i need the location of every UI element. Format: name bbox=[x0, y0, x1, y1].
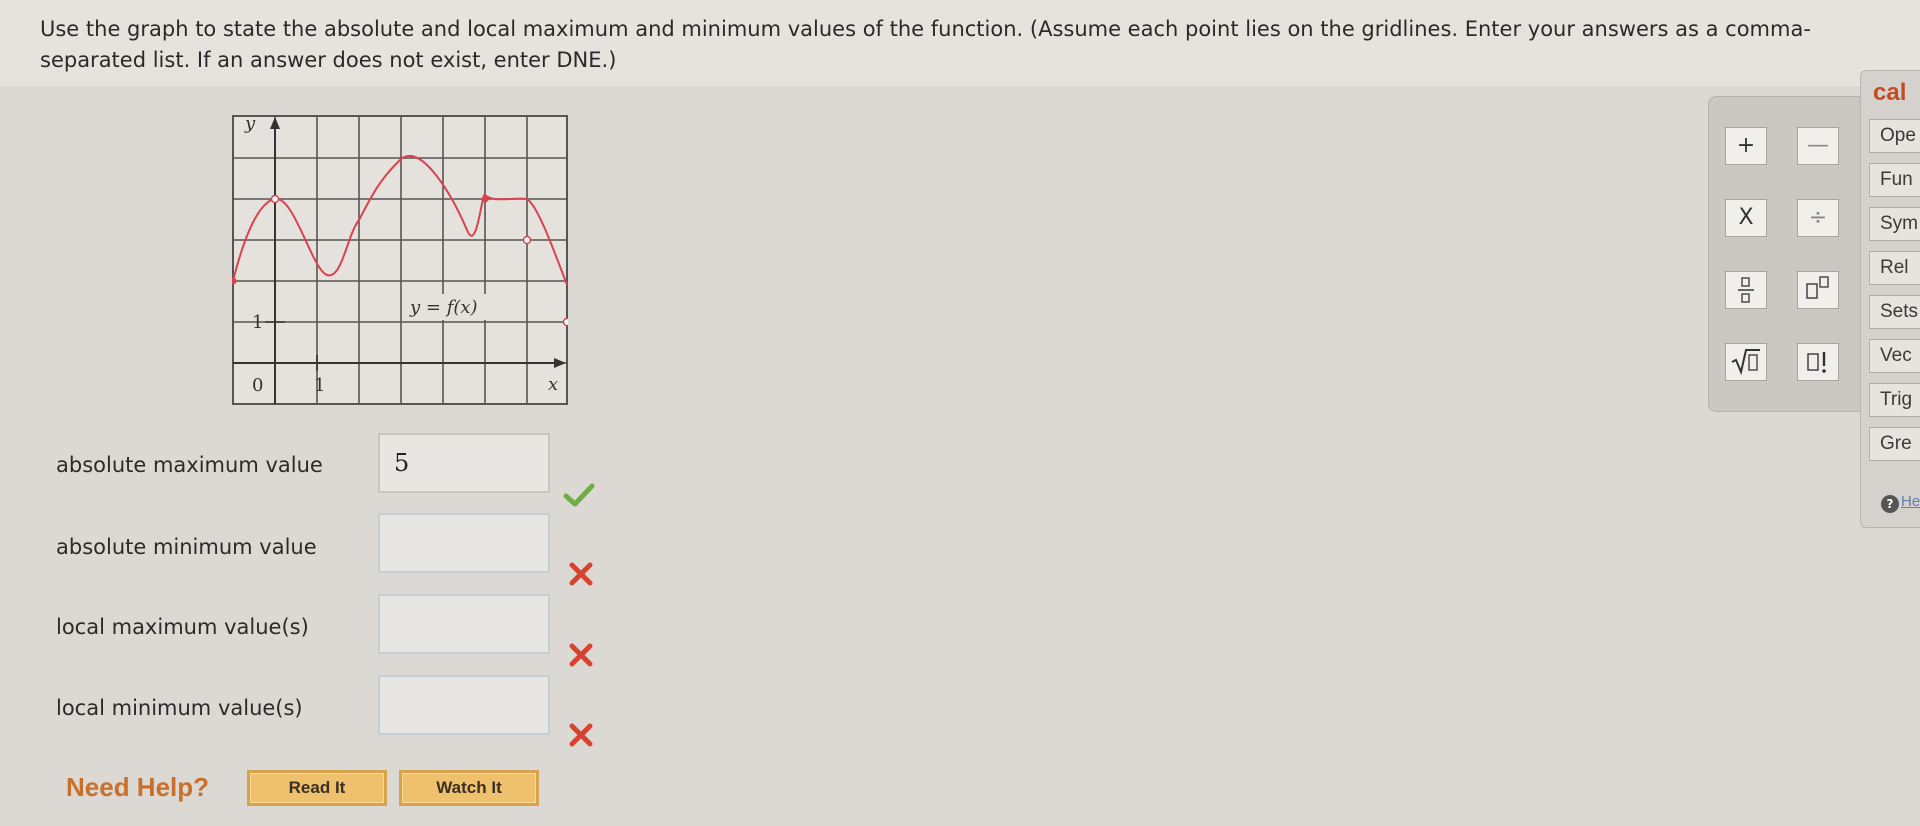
side-help-link[interactable]: He bbox=[1901, 493, 1920, 510]
local-min-label: local minimum value(s) bbox=[56, 696, 303, 720]
plus-key[interactable]: + bbox=[1725, 127, 1767, 165]
fraction-key[interactable] bbox=[1725, 271, 1767, 309]
incorrect-x-icon bbox=[569, 643, 593, 667]
closed-point bbox=[481, 195, 489, 203]
x-tick-label: 1 bbox=[314, 375, 325, 396]
absolute-max-label: absolute maximum value bbox=[56, 453, 323, 477]
power-icon bbox=[1806, 276, 1829, 299]
watch-it-button[interactable]: Watch It bbox=[399, 770, 539, 806]
incorrect-x-icon bbox=[569, 562, 593, 586]
open-point bbox=[270, 194, 280, 204]
fraction-icon bbox=[1738, 277, 1754, 303]
absolute-max-input[interactable]: 5 bbox=[378, 433, 550, 493]
tab-operations[interactable]: Ope bbox=[1869, 119, 1920, 153]
side-panel-title: cal bbox=[1873, 79, 1907, 106]
minus-key[interactable]: — bbox=[1797, 127, 1839, 165]
x-axis-label: x bbox=[548, 374, 558, 395]
tab-relations[interactable]: Rel bbox=[1869, 251, 1920, 285]
multiply-key[interactable]: X bbox=[1725, 199, 1767, 237]
help-icon[interactable]: ? bbox=[1881, 495, 1899, 513]
tab-greek[interactable]: Gre bbox=[1869, 427, 1920, 461]
question-prompt: Use the graph to state the absolute and … bbox=[40, 17, 1811, 72]
tab-sets[interactable]: Sets bbox=[1869, 295, 1920, 329]
incorrect-x-icon bbox=[569, 723, 593, 747]
tab-trig[interactable]: Trig bbox=[1869, 383, 1920, 417]
sqrt-icon bbox=[1731, 349, 1760, 376]
need-help-label: Need Help? bbox=[66, 772, 210, 802]
local-max-input[interactable] bbox=[378, 594, 550, 654]
tab-vectors[interactable]: Vec bbox=[1869, 339, 1920, 373]
factorial-key[interactable] bbox=[1797, 343, 1839, 381]
open-point bbox=[522, 235, 532, 245]
open-point bbox=[562, 317, 568, 327]
function-label: y = f(x) bbox=[409, 297, 478, 318]
y-axis-label: y bbox=[244, 115, 256, 134]
calculator-keypad: + — X ÷ bbox=[1708, 96, 1868, 412]
y-tick-label: 1 bbox=[252, 312, 263, 333]
correct-check-icon bbox=[563, 483, 595, 507]
power-key[interactable] bbox=[1797, 271, 1839, 309]
read-it-button[interactable]: Read It bbox=[247, 770, 387, 806]
tab-symbols[interactable]: Sym bbox=[1869, 207, 1920, 241]
absolute-min-input[interactable] bbox=[378, 513, 550, 573]
function-graph: y x 0 1 1 y = f(x) bbox=[232, 115, 568, 405]
absolute-min-label: absolute minimum value bbox=[56, 535, 317, 559]
calculator-side-panel: cal Ope Fun Sym Rel Sets Vec Trig Gre ? … bbox=[1860, 70, 1920, 528]
divide-key[interactable]: ÷ bbox=[1797, 199, 1839, 237]
local-max-label: local maximum value(s) bbox=[56, 615, 309, 639]
local-min-input[interactable] bbox=[378, 675, 550, 735]
origin-label: 0 bbox=[252, 375, 263, 396]
factorial-icon bbox=[1807, 352, 1826, 373]
tab-functions[interactable]: Fun bbox=[1869, 163, 1920, 197]
sqrt-key[interactable] bbox=[1725, 343, 1767, 381]
